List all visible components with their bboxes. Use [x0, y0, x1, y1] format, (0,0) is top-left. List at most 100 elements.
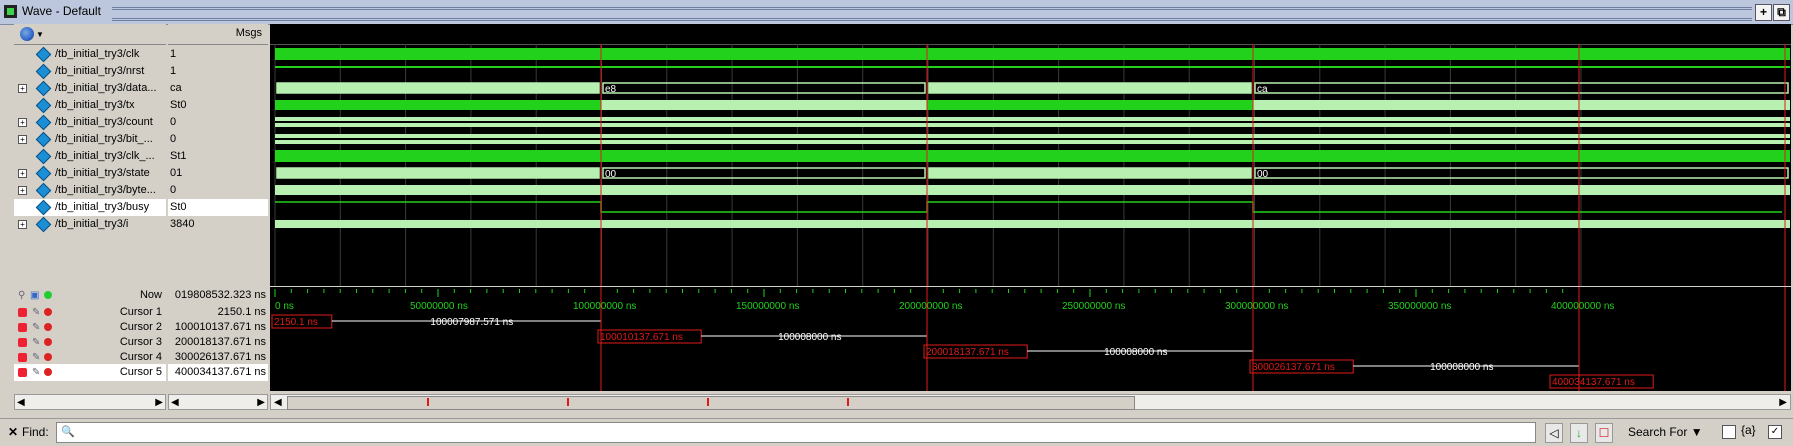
wave-scroll-thumb[interactable] [287, 396, 1135, 410]
cursor-value-row[interactable]: 400034137.671 ns [168, 364, 268, 381]
lock-icon[interactable] [18, 338, 27, 347]
delete-cursor-icon[interactable] [44, 308, 52, 316]
cursor-row[interactable]: ✎ Cursor 5 [14, 364, 166, 381]
pencil-icon[interactable]: ✎ [32, 307, 42, 318]
pencil-icon[interactable]: ✎ [32, 322, 42, 333]
delete-cursor-icon[interactable] [44, 323, 52, 331]
signal-diamond-icon [35, 63, 52, 80]
name-pane-scrollbar[interactable]: ◀ ▶ [14, 394, 166, 410]
scroll-right-icon[interactable]: ▶ [1779, 397, 1787, 408]
signal-row[interactable]: /tb_initial_try3/tx [14, 97, 166, 114]
signal-value-row[interactable]: St0 [168, 199, 268, 216]
find-next-icon[interactable]: ↓ [1570, 423, 1588, 443]
signal-row[interactable]: + /tb_initial_try3/state [14, 165, 166, 182]
pencil-icon[interactable]: ✎ [32, 337, 42, 348]
signal-value: 3840 [170, 218, 195, 230]
wave-scrollbar[interactable]: ◀ ▶ [270, 394, 1791, 410]
signal-row[interactable]: + /tb_initial_try3/data... [14, 80, 166, 97]
signal-row[interactable]: + /tb_initial_try3/byte... [14, 182, 166, 199]
dock-icon[interactable]: + [1755, 4, 1772, 21]
signal-value: St0 [170, 201, 187, 213]
signal-row[interactable]: + /tb_initial_try3/count [14, 114, 166, 131]
signal-name: /tb_initial_try3/byte... [55, 184, 156, 196]
expand-icon[interactable]: + [18, 118, 27, 127]
now-row: ⚲ ▣ Now [14, 287, 166, 304]
scroll-left-icon[interactable]: ◀ [171, 397, 179, 408]
cursor-delta-label: 100007987.571 ns [430, 317, 513, 328]
value-pane-scrollbar[interactable]: ◀ ▶ [168, 394, 268, 410]
signal-value-row[interactable]: 1 [168, 63, 268, 80]
pencil-icon[interactable]: ✎ [32, 352, 42, 363]
expand-icon[interactable]: + [18, 84, 27, 93]
find-input[interactable]: 🔍 [56, 422, 1536, 443]
signal-row[interactable]: /tb_initial_try3/clk_... [14, 148, 166, 165]
waveform-pane[interactable]: e8 ca 00 00 [270, 24, 1791, 286]
zoom-icon[interactable]: ⚲ [18, 290, 28, 301]
regex-checkbox[interactable] [1722, 425, 1736, 439]
lock-icon[interactable] [18, 308, 27, 317]
add-cursor-icon[interactable]: ▣ [30, 290, 40, 301]
pencil-icon[interactable]: ✎ [32, 367, 42, 378]
cursor-canvas[interactable]: 0 ns 50000000 ns 100000000 ns 150000000 ns 2… [270, 287, 1791, 391]
cursor-name: Cursor 5 [119, 366, 162, 378]
signal-row[interactable]: /tb_initial_try3/busy [14, 199, 166, 216]
undock-icon[interactable]: ⧉ [1773, 4, 1790, 21]
cursor-delta-label: 100008000 ns [1104, 347, 1167, 358]
signal-diamond-icon [35, 148, 52, 165]
cursor-marker-label: 200018137.671 ns [926, 347, 1009, 358]
delete-cursor-icon[interactable] [44, 353, 52, 361]
signal-name: /tb_initial_try3/clk_... [55, 150, 155, 162]
delete-cursor-icon[interactable] [44, 368, 52, 376]
scroll-left-icon[interactable]: ◀ [274, 397, 282, 408]
now-label: Now [139, 289, 162, 301]
search-for-dropdown[interactable]: Search For ▼ [1628, 425, 1703, 439]
search-for-label: Search For [1628, 425, 1688, 439]
tx-wave [601, 100, 927, 110]
expand-icon[interactable]: + [18, 186, 27, 195]
signal-name: /tb_initial_try3/i [55, 218, 129, 230]
signal-value-row[interactable]: 0 [168, 131, 268, 148]
titlebar-grip[interactable] [112, 7, 1752, 21]
cursor-scroll-mark [427, 398, 429, 406]
signal-value-row[interactable]: 01 [168, 165, 268, 182]
lock-icon[interactable] [18, 353, 27, 362]
chevron-down-icon[interactable]: ▼ [36, 30, 44, 39]
signal-value-row[interactable]: St0 [168, 97, 268, 114]
wave-globe-icon[interactable] [20, 27, 34, 41]
match-case-checkbox[interactable]: ✓ [1768, 425, 1782, 439]
close-find-icon[interactable]: ✕ [8, 425, 18, 439]
scroll-right-icon[interactable]: ▶ [155, 397, 163, 408]
insert-cursor-icon[interactable] [44, 291, 52, 299]
expand-icon[interactable]: + [18, 169, 27, 178]
expand-icon[interactable]: + [18, 135, 27, 144]
signal-value-row[interactable]: 1 [168, 46, 268, 63]
scroll-right-icon[interactable]: ▶ [257, 397, 265, 408]
expand-icon[interactable]: + [18, 220, 27, 229]
cursor-value: 2150.1 ns [217, 306, 266, 318]
lock-icon[interactable] [18, 368, 27, 377]
signal-row[interactable]: + /tb_initial_try3/bit_... [14, 131, 166, 148]
cursor-timeline[interactable]: 0 ns 50000000 ns 100000000 ns 150000000 ns 2… [270, 287, 1791, 391]
scroll-left-icon[interactable]: ◀ [17, 397, 25, 408]
cursor-name: Cursor 3 [119, 336, 162, 348]
signal-value-row[interactable]: 0 [168, 114, 268, 131]
signal-row[interactable]: /tb_initial_try3/nrst [14, 63, 166, 80]
signal-value-row[interactable]: 0 [168, 182, 268, 199]
signal-row[interactable]: + /tb_initial_try3/i [14, 216, 166, 233]
signal-value-row[interactable]: St1 [168, 148, 268, 165]
signal-value-row[interactable]: ca [168, 80, 268, 97]
signal-name: /tb_initial_try3/clk [55, 48, 140, 60]
delete-cursor-icon[interactable] [44, 338, 52, 346]
find-previous-icon[interactable]: ◁ [1545, 423, 1563, 443]
signal-row[interactable]: /tb_initial_try3/clk [14, 46, 166, 63]
lock-icon[interactable] [18, 323, 27, 332]
waveform-canvas[interactable]: e8 ca 00 00 [270, 24, 1791, 286]
msgs-label: Msgs [235, 27, 262, 39]
cursor-marker-label: 300026137.671 ns [1252, 362, 1335, 373]
find-options-icon[interactable]: ☐ [1595, 423, 1613, 443]
signal-diamond-icon [35, 131, 52, 148]
cursor-scroll-mark [567, 398, 569, 406]
signal-value-row[interactable]: 3840 [168, 216, 268, 233]
busy-wave [275, 201, 1782, 213]
cursor-value: 100010137.671 ns [174, 321, 266, 333]
